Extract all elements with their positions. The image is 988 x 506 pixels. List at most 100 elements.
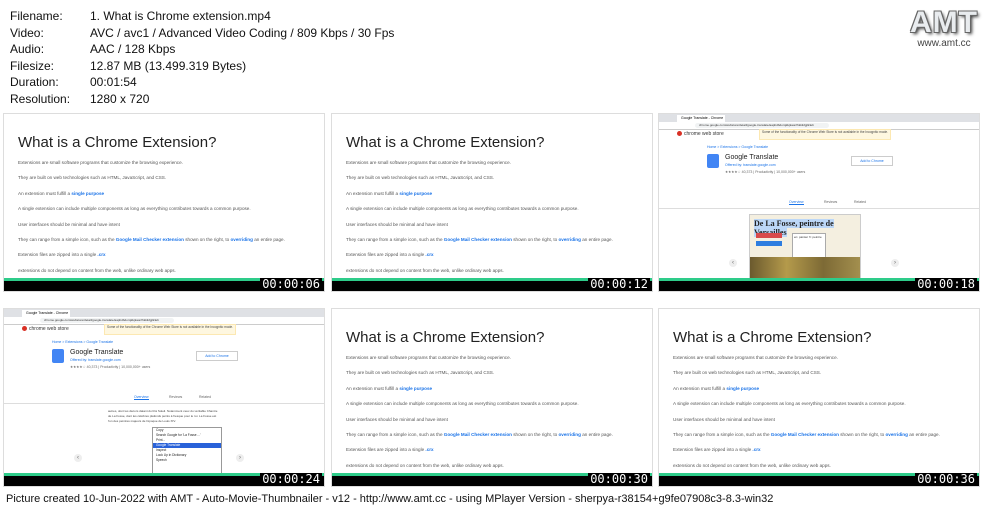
browser-tabbar: Google Translate - Chrome W... xyxy=(659,114,979,127)
slide-line: User interfaces should be minimal and ha… xyxy=(346,221,448,227)
progress-bar: 00:00:24 xyxy=(4,473,324,486)
incognito-warning: Some of the functionality of the Chrome … xyxy=(104,324,236,335)
tab-related[interactable]: Related xyxy=(199,395,211,399)
slide-line: Extension files are zipped into a single… xyxy=(346,447,434,453)
slide-line: User interfaces should be minimal and ha… xyxy=(346,416,448,422)
carousel-next-button[interactable]: › xyxy=(891,259,899,267)
meta-row-audio: Audio: AAC / 128 Kbps xyxy=(10,42,176,57)
timestamp: 00:00:12 xyxy=(588,277,650,291)
slide-line: Extensions are small software programs t… xyxy=(346,355,511,360)
slide-line: Extensions are small software programs t… xyxy=(18,160,183,165)
slide-content: What is a Chrome Extension? Extensions ar… xyxy=(332,309,652,483)
screenshot-artwork xyxy=(750,257,860,279)
timestamp: 00:00:18 xyxy=(915,277,977,291)
rating-row: ★★★★☆ 40,373 | Productivity | 10,000,000… xyxy=(725,170,806,174)
slide-line: extensions do not depend on content from… xyxy=(346,267,504,273)
slide-line: A single extension can include multiple … xyxy=(346,206,579,212)
slide-line: They are built on web technologies such … xyxy=(673,370,822,376)
carousel-next-button[interactable]: › xyxy=(236,454,244,462)
timestamp: 00:00:24 xyxy=(260,472,322,486)
offered-by-link[interactable]: Offered by: translate.google.com xyxy=(70,358,121,362)
slide-title: What is a Chrome Extension? xyxy=(18,134,217,151)
slide-line: extensions do not depend on content from… xyxy=(346,462,504,468)
incognito-warning: Some of the functionality of the Chrome … xyxy=(759,129,891,140)
tab-reviews[interactable]: Reviews xyxy=(824,200,837,204)
slide-title: What is a Chrome Extension? xyxy=(346,134,545,151)
slide-line: They can range from a simple icon, such … xyxy=(18,236,285,242)
slide-line: extensions do not depend on content from… xyxy=(673,462,831,468)
webstore-logo[interactable]: chrome web store xyxy=(22,326,69,332)
tab-overview[interactable]: Overview xyxy=(134,395,149,400)
address-bar[interactable]: chrome.google.com/webstore/detail/google… xyxy=(40,318,174,323)
screenshot-red-button xyxy=(756,233,782,238)
slide-line: Extension files are zipped into a single… xyxy=(346,252,434,258)
carousel-prev-button[interactable]: ‹ xyxy=(74,454,82,462)
slide-line: They are built on web technologies such … xyxy=(346,370,495,376)
progress-bar: 00:00:36 xyxy=(659,473,979,486)
slide-line: A single extension can include multiple … xyxy=(18,206,251,212)
footer-caption: Picture created 10-Jun-2022 with AMT - A… xyxy=(6,493,774,505)
detail-tabs: Overview Reviews Related xyxy=(4,393,324,404)
progress-bar: 00:00:06 xyxy=(4,278,324,291)
progress-bar: 00:00:12 xyxy=(332,278,652,291)
browser-window: Google Translate - Chrome W...chrome.goo… xyxy=(4,309,324,481)
slide-content: What is a Chrome Extension? Extensions ar… xyxy=(659,309,979,483)
slide-line: A single extension can include multiple … xyxy=(673,401,906,407)
breadcrumb[interactable]: Home > Extensions > Google Translate xyxy=(707,145,768,149)
slide-line: An extension must fulfill a single purpo… xyxy=(346,385,433,391)
browser-window: Google Translate - Chrome W...chrome.goo… xyxy=(659,114,979,280)
tab-reviews[interactable]: Reviews xyxy=(169,395,182,399)
extension-name: Google Translate xyxy=(70,349,124,356)
timestamp: 00:00:30 xyxy=(588,472,650,486)
slide-line: extensions do not depend on content from… xyxy=(18,267,176,273)
progress-bar: 00:00:30 xyxy=(332,473,652,486)
slide-content: What is a Chrome Extension? Extensions ar… xyxy=(4,114,324,288)
slide-line: User interfaces should be minimal and ha… xyxy=(673,416,775,422)
slide-line: They can range from a simple icon, such … xyxy=(346,431,613,437)
webstore-icon xyxy=(22,326,27,332)
slide-content: What is a Chrome Extension? Extensions ar… xyxy=(332,114,652,288)
offered-by-link[interactable]: Offered by: translate.google.com xyxy=(725,163,776,167)
browser-tab[interactable]: Google Translate - Chrome W... xyxy=(22,310,70,322)
video-thumbnail: What is a Chrome Extension? Extensions ar… xyxy=(332,114,652,291)
amt-logo: AMT www.amt.cc xyxy=(908,6,980,49)
amt-logo-text: AMT xyxy=(910,6,978,39)
slide-title: What is a Chrome Extension? xyxy=(346,329,545,346)
breadcrumb[interactable]: Home > Extensions > Google Translate xyxy=(52,340,113,344)
screenshot-preview: De La Fosse, peintre de Versaillesen: pa… xyxy=(749,214,861,280)
video-thumbnail: Google Translate - Chrome W...chrome.goo… xyxy=(659,114,979,291)
add-to-chrome-button[interactable]: Add to Chrome xyxy=(851,156,893,166)
meta-row-video: Video: AVC / avc1 / Advanced Video Coding… xyxy=(10,25,395,40)
video-thumbnail: What is a Chrome Extension? Extensions ar… xyxy=(4,114,324,291)
meta-row-filename: Filename: 1. What is Chrome extension.mp4 xyxy=(10,9,271,23)
webstore-logo[interactable]: chrome web store xyxy=(677,131,724,137)
address-bar[interactable]: chrome.google.com/webstore/detail/google… xyxy=(695,123,829,128)
meta-row-duration: Duration: 00:01:54 xyxy=(10,75,137,90)
progress-bar: 00:00:18 xyxy=(659,278,979,291)
slide-line: Extension files are zipped into a single… xyxy=(18,252,106,258)
slide-line: An extension must fulfill a single purpo… xyxy=(673,385,760,391)
add-to-chrome-button[interactable]: Add to Chrome xyxy=(196,351,238,361)
amt-logo-url: www.amt.cc xyxy=(917,38,971,49)
timestamp: 00:00:06 xyxy=(260,277,322,291)
google-translate-icon xyxy=(707,154,719,168)
slide-line: An extension must fulfill a single purpo… xyxy=(346,190,433,196)
webstore-icon xyxy=(677,131,682,137)
slide-line: Extensions are small software programs t… xyxy=(673,355,838,360)
tab-overview[interactable]: Overview xyxy=(789,200,804,205)
carousel-prev-button[interactable]: ‹ xyxy=(729,259,737,267)
tab-related[interactable]: Related xyxy=(854,200,866,204)
video-thumbnail: What is a Chrome Extension? Extensions ar… xyxy=(659,309,979,486)
meta-row-filesize: Filesize: 12.87 MB (13.499.319 Bytes) xyxy=(10,58,247,73)
browser-tabbar: Google Translate - Chrome W... xyxy=(4,309,324,322)
slide-line: An extension must fulfill a single purpo… xyxy=(18,190,105,196)
slide-line: A single extension can include multiple … xyxy=(346,401,579,407)
browser-tab[interactable]: Google Translate - Chrome W... xyxy=(677,115,725,127)
extension-name: Google Translate xyxy=(725,154,779,161)
slide-line: User interfaces should be minimal and ha… xyxy=(18,221,120,227)
context-menu-item[interactable]: Speech xyxy=(153,458,221,463)
slide-line: They can range from a simple icon, such … xyxy=(346,236,613,242)
file-metadata: Filename: 1. What is Chrome extension.mp4… xyxy=(10,8,394,108)
context-menu: Copy Search Google for 'La Fosse ...' Prin… xyxy=(152,427,222,475)
timestamp: 00:00:36 xyxy=(915,472,977,486)
